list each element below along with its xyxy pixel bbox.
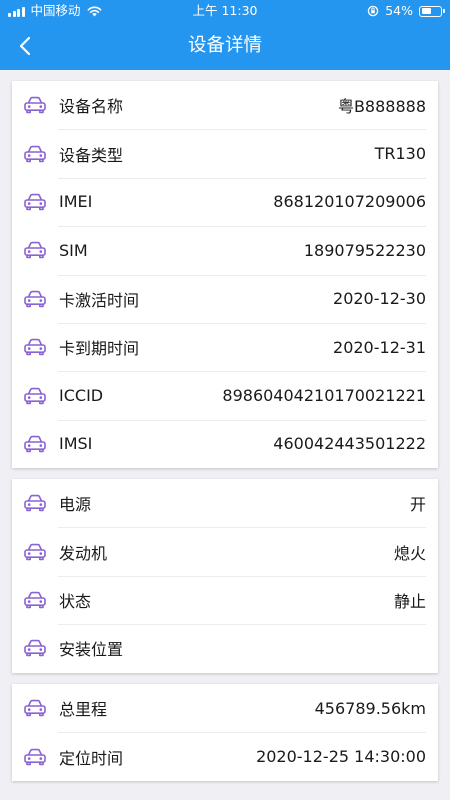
- detail-row: 卡到期时间 2020-12-31: [12, 322, 438, 371]
- detail-row: 发动机 熄火: [12, 527, 438, 575]
- detail-row: 安装位置: [12, 624, 438, 672]
- detail-value: 粤B888888: [337, 97, 426, 117]
- detail-value: 456789.56km: [314, 698, 426, 718]
- car-icon: [23, 145, 47, 163]
- detail-row: 设备名称 粤B888888: [12, 81, 438, 129]
- car-icon: [23, 748, 47, 766]
- detail-row: 卡激活时间 2020-12-30: [12, 274, 438, 323]
- detail-row: 总里程 456789.56km: [12, 684, 438, 732]
- car-icon: [23, 591, 47, 609]
- detail-label: 设备名称: [59, 97, 124, 117]
- detail-value: 2020-12-31: [333, 337, 426, 357]
- detail-value: 868120107209006: [273, 192, 426, 212]
- detail-label: 电源: [59, 495, 92, 515]
- app-header: 中国移动 上午 11:30 54% 设备详情: [0, 0, 450, 70]
- detail-label: 卡到期时间: [59, 339, 140, 359]
- detail-label: IMSI: [59, 434, 93, 454]
- detail-row: 定位时间 2020-12-25 14:30:00: [12, 732, 438, 780]
- battery-icon: [419, 5, 445, 17]
- status-bar: 中国移动 上午 11:30 54%: [0, 0, 450, 22]
- car-icon: [23, 543, 47, 561]
- detail-label: 安装位置: [59, 640, 124, 660]
- back-button[interactable]: [10, 30, 40, 62]
- detail-row: IMEI 868120107209006: [12, 177, 438, 226]
- detail-label: IMEI: [59, 192, 93, 212]
- detail-row: 设备类型 TR130: [12, 129, 438, 177]
- location-info-card: 总里程 456789.56km 定位时间 2020-12-25 14:30:00: [12, 684, 438, 781]
- detail-label: ICCID: [59, 386, 104, 406]
- status-right: 54%: [367, 0, 445, 22]
- car-icon: [23, 494, 47, 512]
- detail-value: 2020-12-30: [333, 289, 426, 309]
- car-icon: [23, 387, 47, 405]
- detail-label: SIM: [59, 240, 88, 260]
- car-icon: [23, 338, 47, 356]
- detail-value: TR130: [374, 144, 426, 164]
- detail-value: 460042443501222: [273, 434, 426, 454]
- battery-percent: 54%: [385, 3, 413, 18]
- detail-value: 189079522230: [303, 240, 426, 260]
- device-status-card: 电源 开发动机 熄火状态 静止安装位置: [12, 479, 438, 673]
- car-icon: [23, 639, 47, 657]
- detail-label: 状态: [59, 591, 92, 611]
- detail-row: ICCID 89860404210170021221: [12, 371, 438, 419]
- detail-row: SIM 189079522230: [12, 226, 438, 274]
- car-icon: [23, 193, 47, 211]
- detail-row: IMSI 460042443501222: [12, 419, 438, 468]
- detail-row: 状态 静止: [12, 575, 438, 624]
- detail-label: 发动机: [59, 543, 108, 563]
- device-info-card: 设备名称 粤B888888 设备类型 TR130 IMEI 868120107209006…: [12, 81, 438, 469]
- detail-label: 总里程: [59, 700, 108, 720]
- car-icon: [23, 699, 47, 717]
- detail-value: 熄火: [393, 543, 426, 563]
- detail-value: 静止: [393, 591, 426, 611]
- detail-row: 电源 开: [12, 479, 438, 527]
- navigation-bar: 设备详情: [0, 22, 450, 70]
- car-icon: [23, 290, 47, 308]
- page-title: 设备详情: [187, 35, 262, 56]
- detail-label: 设备类型: [59, 145, 124, 165]
- chevron-left-icon: [19, 36, 31, 56]
- detail-value: 89860404210170021221: [222, 386, 426, 406]
- detail-label: 定位时间: [59, 748, 124, 768]
- car-icon: [23, 96, 47, 114]
- detail-value: 2020-12-25 14:30:00: [256, 747, 426, 767]
- detail-label: 卡激活时间: [59, 290, 140, 310]
- car-icon: [23, 435, 47, 453]
- car-icon: [23, 241, 47, 259]
- orientation-lock-icon: [367, 5, 379, 17]
- detail-value: 开: [409, 495, 426, 515]
